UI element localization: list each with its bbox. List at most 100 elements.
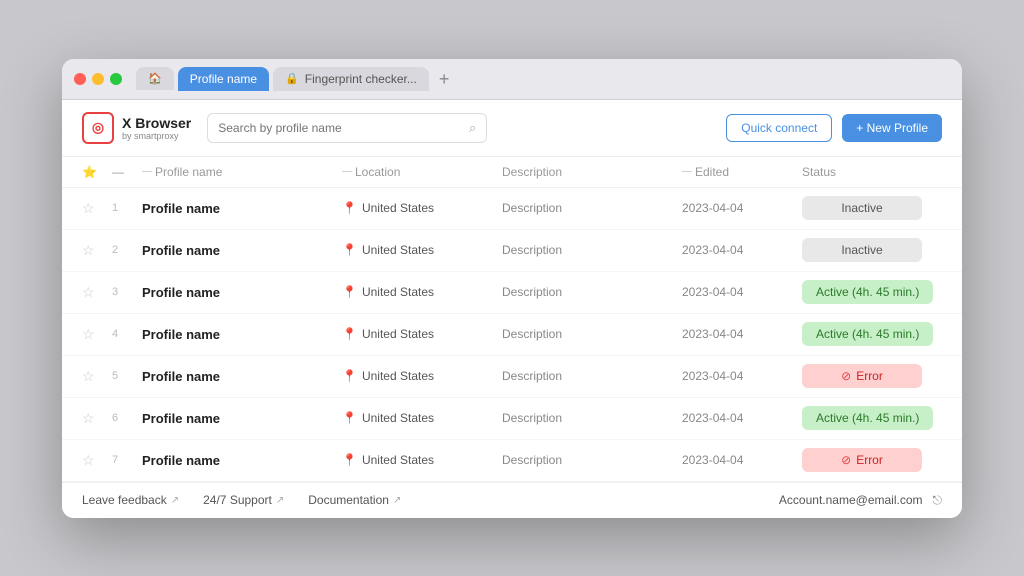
row-star[interactable]: ☆: [82, 326, 112, 343]
row-profile-name[interactable]: Profile name: [142, 369, 342, 384]
app-window: 🏠 Profile name 🔒 Fingerprint checker... …: [62, 59, 962, 518]
col-profile-name-label: Profile name: [155, 165, 222, 179]
row-description: Description: [502, 201, 682, 215]
table-header: ⭐ — — Profile name — Location Descriptio…: [62, 157, 962, 188]
external-link-icon: ↗: [276, 495, 284, 506]
quick-connect-button[interactable]: Quick connect: [726, 114, 832, 142]
close-button[interactable]: [74, 73, 86, 85]
titlebar: 🏠 Profile name 🔒 Fingerprint checker... …: [62, 59, 962, 100]
docs-label: Documentation: [308, 493, 389, 507]
location-pin-icon: 📍: [342, 369, 357, 383]
row-profile-name[interactable]: Profile name: [142, 285, 342, 300]
docs-link[interactable]: Documentation ↗: [308, 493, 401, 507]
col-location-label: Location: [355, 165, 400, 179]
feedback-label: Leave feedback: [82, 493, 167, 507]
tab-add-button[interactable]: +: [433, 70, 456, 88]
error-icon: ⊘: [841, 369, 851, 383]
new-profile-button[interactable]: + New Profile: [842, 114, 942, 142]
row-number: 3: [112, 286, 142, 298]
row-status[interactable]: Active (4h. 45 min.): [802, 280, 952, 304]
row-number: 5: [112, 370, 142, 382]
row-description: Description: [502, 453, 682, 467]
row-description: Description: [502, 285, 682, 299]
minimize-button[interactable]: [92, 73, 104, 85]
table-row: ☆ 6 Profile name 📍 United States Descrip…: [62, 398, 962, 440]
support-label: 24/7 Support: [203, 493, 272, 507]
status-badge-error: ⊘ Error: [802, 448, 922, 472]
col-status-header: Status: [802, 165, 952, 179]
row-number: 7: [112, 454, 142, 466]
row-location: 📍 United States: [342, 369, 502, 383]
row-description: Description: [502, 327, 682, 341]
row-date: 2023-04-04: [682, 327, 802, 341]
row-status[interactable]: Active (4h. 45 min.): [802, 406, 952, 430]
row-star[interactable]: ☆: [82, 368, 112, 385]
profiles-table: ⭐ — — Profile name — Location Descriptio…: [62, 157, 962, 482]
row-profile-name[interactable]: Profile name: [142, 327, 342, 342]
row-location: 📍 United States: [342, 243, 502, 257]
home-icon: 🏠: [148, 72, 162, 85]
search-icon: ⌕: [469, 120, 476, 136]
location-pin-icon: 📍: [342, 453, 357, 467]
tab-fingerprint-label: Fingerprint checker...: [305, 72, 417, 86]
footer: Leave feedback ↗ 24/7 Support ↗ Document…: [62, 482, 962, 518]
row-location: 📍 United States: [342, 453, 502, 467]
row-date: 2023-04-04: [682, 285, 802, 299]
traffic-lights: [74, 73, 122, 85]
location-pin-icon: 📍: [342, 411, 357, 425]
tab-home[interactable]: 🏠: [136, 67, 174, 90]
col-edited-header[interactable]: — Edited: [682, 165, 802, 179]
row-status[interactable]: ⊘ Error: [802, 448, 952, 472]
row-star[interactable]: ☆: [82, 452, 112, 469]
row-profile-name[interactable]: Profile name: [142, 243, 342, 258]
search-bar: ⌕: [207, 113, 487, 143]
row-status[interactable]: Inactive: [802, 238, 952, 262]
row-location: 📍 United States: [342, 327, 502, 341]
account-email: Account.name@email.com: [779, 493, 923, 507]
row-star[interactable]: ☆: [82, 200, 112, 217]
col-location-header[interactable]: — Location: [342, 165, 502, 179]
col-star-header: ⭐: [82, 165, 112, 179]
row-status[interactable]: Active (4h. 45 min.): [802, 322, 952, 346]
col-profile-name-header[interactable]: — Profile name: [142, 165, 342, 179]
status-badge-active: Active (4h. 45 min.): [802, 280, 933, 304]
row-number: 2: [112, 244, 142, 256]
tab-profile[interactable]: Profile name: [178, 67, 269, 91]
row-profile-name[interactable]: Profile name: [142, 201, 342, 216]
app-header: ◎ X Browser by smartproxy ⌕ Quick connec…: [62, 100, 962, 157]
browser-tabs: 🏠 Profile name 🔒 Fingerprint checker... …: [136, 67, 455, 91]
logo: ◎ X Browser by smartproxy: [82, 112, 191, 144]
location-pin-icon: 📍: [342, 243, 357, 257]
logo-sub: by smartproxy: [122, 131, 191, 141]
col-description-header: Description: [502, 165, 682, 179]
table-row: ☆ 4 Profile name 📍 United States Descrip…: [62, 314, 962, 356]
search-input[interactable]: [218, 121, 463, 135]
logout-button[interactable]: ⎋: [933, 493, 943, 508]
row-description: Description: [502, 411, 682, 425]
status-badge-active: Active (4h. 45 min.): [802, 406, 933, 430]
status-badge-active: Active (4h. 45 min.): [802, 322, 933, 346]
row-status[interactable]: ⊘ Error: [802, 364, 952, 388]
table-row: ☆ 1 Profile name 📍 United States Descrip…: [62, 188, 962, 230]
row-star[interactable]: ☆: [82, 242, 112, 259]
row-location: 📍 United States: [342, 285, 502, 299]
status-badge-inactive: Inactive: [802, 196, 922, 220]
maximize-button[interactable]: [110, 73, 122, 85]
row-profile-name[interactable]: Profile name: [142, 453, 342, 468]
logo-name: X Browser: [122, 115, 191, 131]
support-link[interactable]: 24/7 Support ↗: [203, 493, 284, 507]
tab-profile-label: Profile name: [190, 72, 257, 86]
tab-fingerprint[interactable]: 🔒 Fingerprint checker...: [273, 67, 429, 91]
row-profile-name[interactable]: Profile name: [142, 411, 342, 426]
row-description: Description: [502, 369, 682, 383]
row-star[interactable]: ☆: [82, 284, 112, 301]
row-star[interactable]: ☆: [82, 410, 112, 427]
table-row: ☆ 7 Profile name 📍 United States Descrip…: [62, 440, 962, 482]
location-pin-icon: 📍: [342, 201, 357, 215]
logo-text: X Browser by smartproxy: [122, 115, 191, 141]
external-link-icon: ↗: [393, 495, 401, 506]
row-status[interactable]: Inactive: [802, 196, 952, 220]
app-content: ◎ X Browser by smartproxy ⌕ Quick connec…: [62, 100, 962, 518]
feedback-link[interactable]: Leave feedback ↗: [82, 493, 179, 507]
row-date: 2023-04-04: [682, 243, 802, 257]
